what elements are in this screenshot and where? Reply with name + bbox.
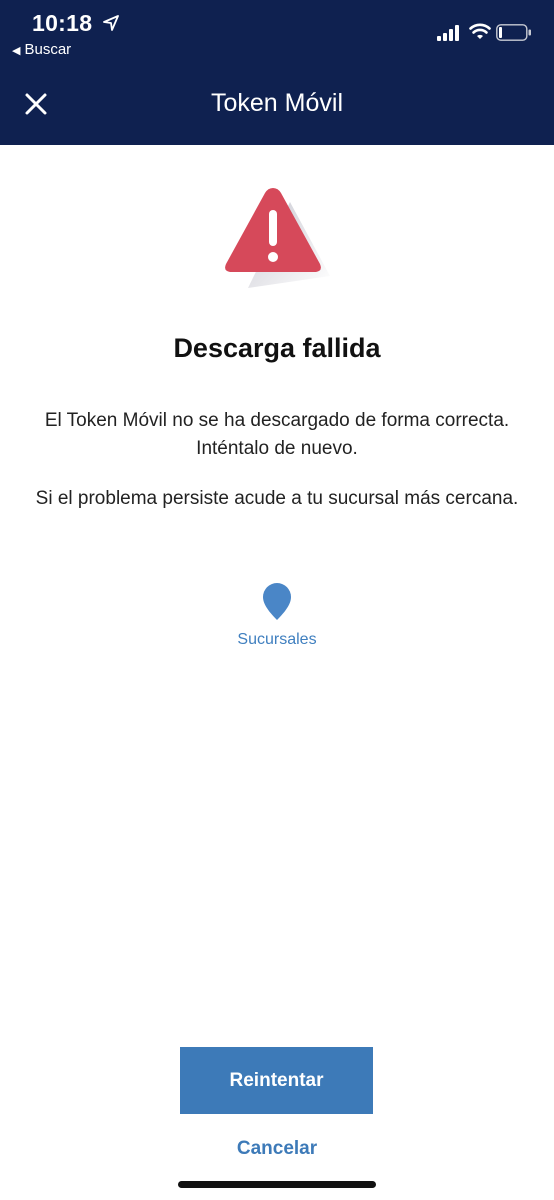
status-time-text: 10:18: [32, 10, 93, 36]
back-to-app-link[interactable]: ◀ Buscar: [12, 41, 71, 58]
branches-link[interactable]: Sucursales: [217, 583, 337, 655]
warning-icon: [225, 188, 330, 288]
branches-label: Sucursales: [237, 631, 317, 648]
location-arrow-icon: [103, 15, 119, 31]
help-message: Si el problema persiste acude a tu sucur…: [35, 488, 519, 509]
retry-button[interactable]: Reintentar: [180, 1047, 373, 1114]
error-heading: Descarga fallida: [173, 333, 381, 363]
battery-icon: [496, 24, 531, 41]
back-triangle-icon: ◀: [12, 45, 21, 57]
signal-icon: [437, 25, 459, 41]
cancel-button[interactable]: Cancelar: [0, 1138, 554, 1160]
home-indicator[interactable]: [178, 1181, 376, 1188]
status-time: 10:18: [32, 10, 119, 37]
wifi-icon: [469, 23, 491, 39]
back-app-label: Buscar: [24, 41, 72, 58]
page-title: Token Móvil: [211, 89, 343, 117]
location-pin-icon: [263, 583, 291, 620]
error-message: El Token Móvil no se ha descargado de fo…: [44, 410, 510, 459]
top-bar: 10:18 ◀ Buscar Token Móvil: [0, 0, 554, 145]
